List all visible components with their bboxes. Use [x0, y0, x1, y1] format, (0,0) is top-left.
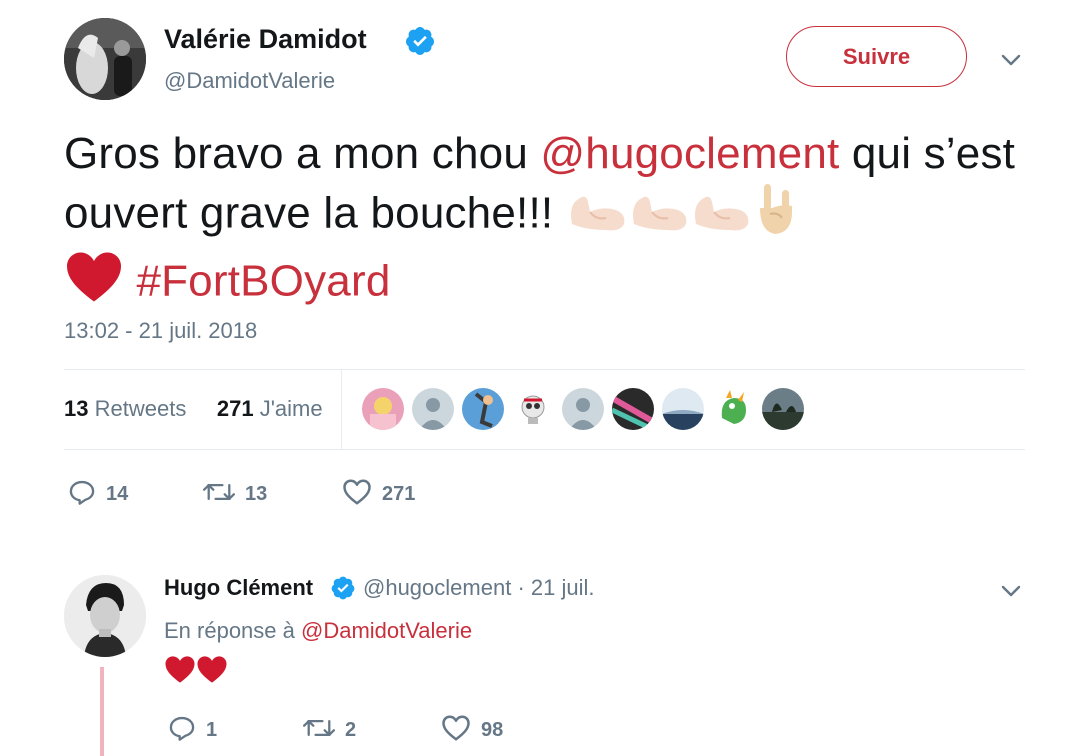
like-count: 271	[382, 483, 416, 505]
author-avatar[interactable]	[64, 18, 146, 100]
red-heart-icon	[196, 655, 228, 689]
liker-avatar[interactable]	[412, 388, 454, 430]
verified-badge-icon	[404, 25, 436, 62]
reply-button[interactable]: 1	[168, 714, 217, 747]
reply-count: 14	[106, 483, 129, 505]
hashtag-link[interactable]: #FortBOyard	[136, 257, 390, 306]
retweet-button[interactable]: 13	[203, 478, 267, 511]
like-count: 98	[481, 719, 504, 741]
reply-button[interactable]: 14	[68, 478, 128, 511]
like-button[interactable]: 98	[441, 714, 503, 747]
tweet-text-part: Gros bravo a mon chou	[64, 129, 541, 178]
red-heart-icon	[164, 655, 196, 689]
reply-to-mention-link[interactable]: @DamidotValerie	[301, 618, 472, 643]
meta-separator: ·	[517, 575, 525, 600]
red-heart-icon	[64, 250, 124, 318]
like-icon	[342, 478, 372, 511]
reply-author-avatar[interactable]	[64, 575, 146, 657]
divider	[341, 370, 342, 450]
in-reply-prefix: En réponse à	[164, 618, 295, 643]
author-handle[interactable]: @DamidotValerie	[164, 68, 335, 94]
reply-icon	[68, 478, 96, 511]
reply-text	[164, 655, 228, 689]
author-name[interactable]: Valérie Damidot	[164, 24, 367, 55]
thread-connector-line	[100, 667, 104, 756]
flexed-biceps-icon	[690, 184, 752, 248]
liker-avatar[interactable]	[462, 388, 504, 430]
liker-avatar[interactable]	[762, 388, 804, 430]
liker-avatar[interactable]	[362, 388, 404, 430]
retweet-button[interactable]: 2	[303, 714, 356, 747]
divider	[64, 369, 1025, 370]
tweet-text: Gros bravo a mon chou @hugoclement qui s…	[64, 125, 1024, 318]
follow-button[interactable]: Suivre	[786, 26, 967, 87]
liker-avatar[interactable]	[612, 388, 654, 430]
like-icon	[441, 714, 471, 747]
chevron-down-icon[interactable]	[999, 48, 1023, 72]
divider	[64, 449, 1025, 450]
reply-count: 1	[206, 719, 218, 741]
flexed-biceps-icon	[566, 184, 628, 248]
liker-avatar[interactable]	[562, 388, 604, 430]
liker-avatar[interactable]	[512, 388, 554, 430]
likes-stat[interactable]: 271 J'aime	[217, 396, 323, 421]
retweet-count: 13	[245, 483, 268, 505]
flexed-biceps-icon	[628, 184, 690, 248]
in-reply-to: En réponse à @DamidotValerie	[164, 618, 472, 644]
like-button[interactable]: 271	[342, 478, 415, 511]
tweet-timestamp[interactable]: 13:02 - 21 juil. 2018	[64, 318, 257, 344]
reply-author-handle[interactable]: @hugoclement	[363, 575, 511, 600]
sign-of-the-horns-icon	[752, 182, 798, 250]
reply-date[interactable]: 21 juil.	[531, 575, 595, 600]
retweet-count: 2	[345, 719, 357, 741]
mention-link[interactable]: @hugoclement	[540, 129, 839, 178]
engagement-stats: 13 Retweets 271 J'aime	[64, 396, 323, 422]
retweet-icon	[203, 478, 235, 511]
liker-avatar[interactable]	[712, 388, 754, 430]
retweets-stat[interactable]: 13 Retweets	[64, 396, 186, 421]
reply-meta: @hugoclement · 21 juil.	[363, 575, 594, 601]
reply-icon	[168, 714, 196, 747]
verified-badge-icon	[330, 575, 356, 606]
retweet-icon	[303, 714, 335, 747]
liker-avatar[interactable]	[662, 388, 704, 430]
chevron-down-icon[interactable]	[999, 579, 1023, 603]
reply-author-name[interactable]: Hugo Clément	[164, 575, 313, 601]
